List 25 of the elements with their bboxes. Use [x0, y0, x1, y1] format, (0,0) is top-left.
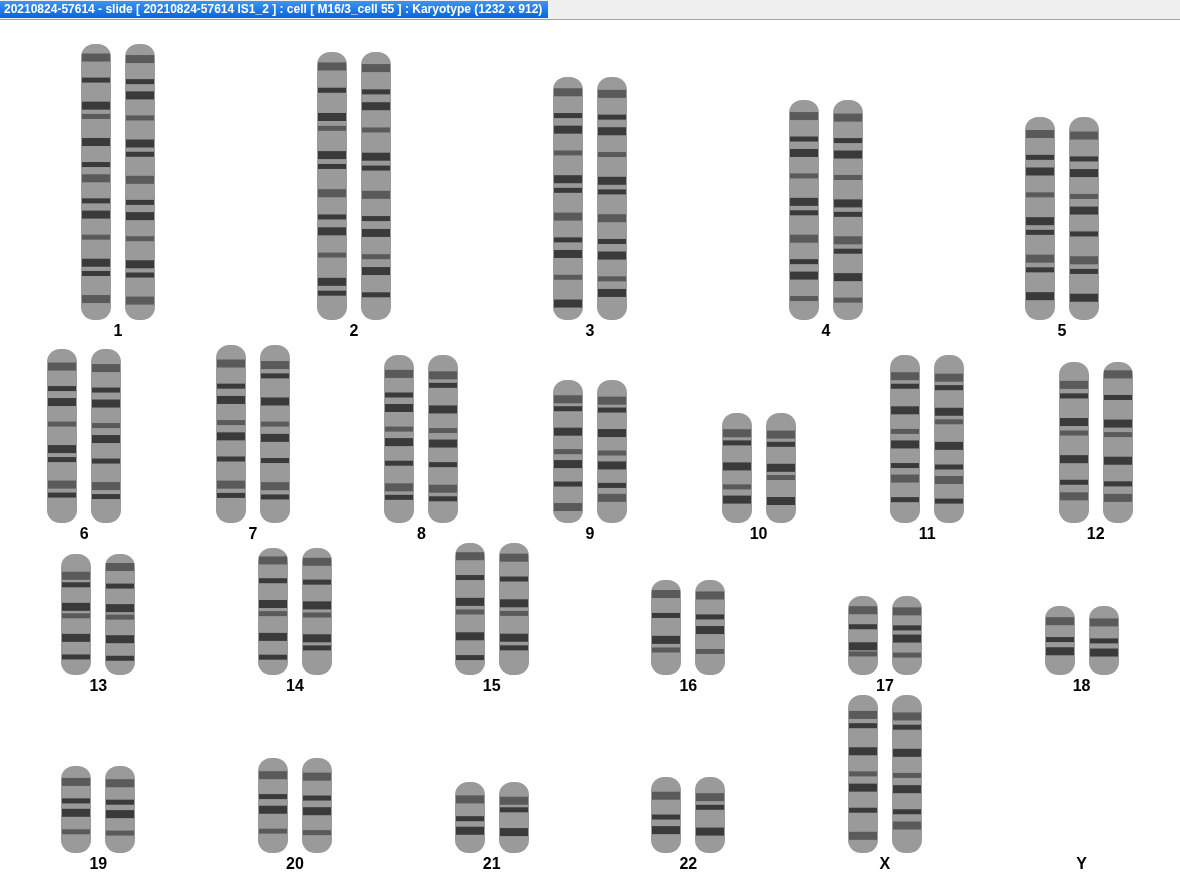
chromosome-number: X: [879, 855, 891, 873]
chromosome-number: 17: [876, 677, 894, 695]
chromosome-number: 7: [248, 525, 258, 543]
chromosome-number: Y: [1076, 855, 1087, 873]
chromosome-number: 11: [918, 525, 936, 543]
chromosome-number: 1: [113, 322, 123, 340]
chromosome-number: 16: [679, 677, 698, 695]
chromosome-number: 13: [89, 677, 108, 695]
chromosome-number: 19: [89, 855, 108, 873]
chromosome-number: 22: [679, 855, 698, 873]
chromosome-number: 5: [1057, 322, 1067, 340]
chromosome-number: 20: [286, 855, 304, 873]
chromosome-number: 14: [286, 677, 304, 695]
chromosome-number: 10: [749, 525, 768, 543]
chromosome-number: 3: [585, 322, 595, 340]
window-title: 20210824-57614 - slide [ 20210824-57614 IS1_2 ] : cell [ M16/3_cell 55 ] : Karyotype (1232 x 912): [0, 1, 548, 18]
chromosome-number: 18: [1072, 677, 1091, 695]
chromosome-number: 12: [1086, 525, 1105, 543]
chromosome-number: 4: [821, 322, 831, 340]
chromosome-number: 21: [482, 855, 501, 873]
chromosome-number: 15: [482, 677, 501, 695]
chromosome-number: 8: [416, 525, 426, 543]
chromosome-number: 6: [79, 525, 89, 543]
chromosome-number: 2: [349, 322, 359, 340]
chromosome-number: 9: [585, 525, 595, 543]
